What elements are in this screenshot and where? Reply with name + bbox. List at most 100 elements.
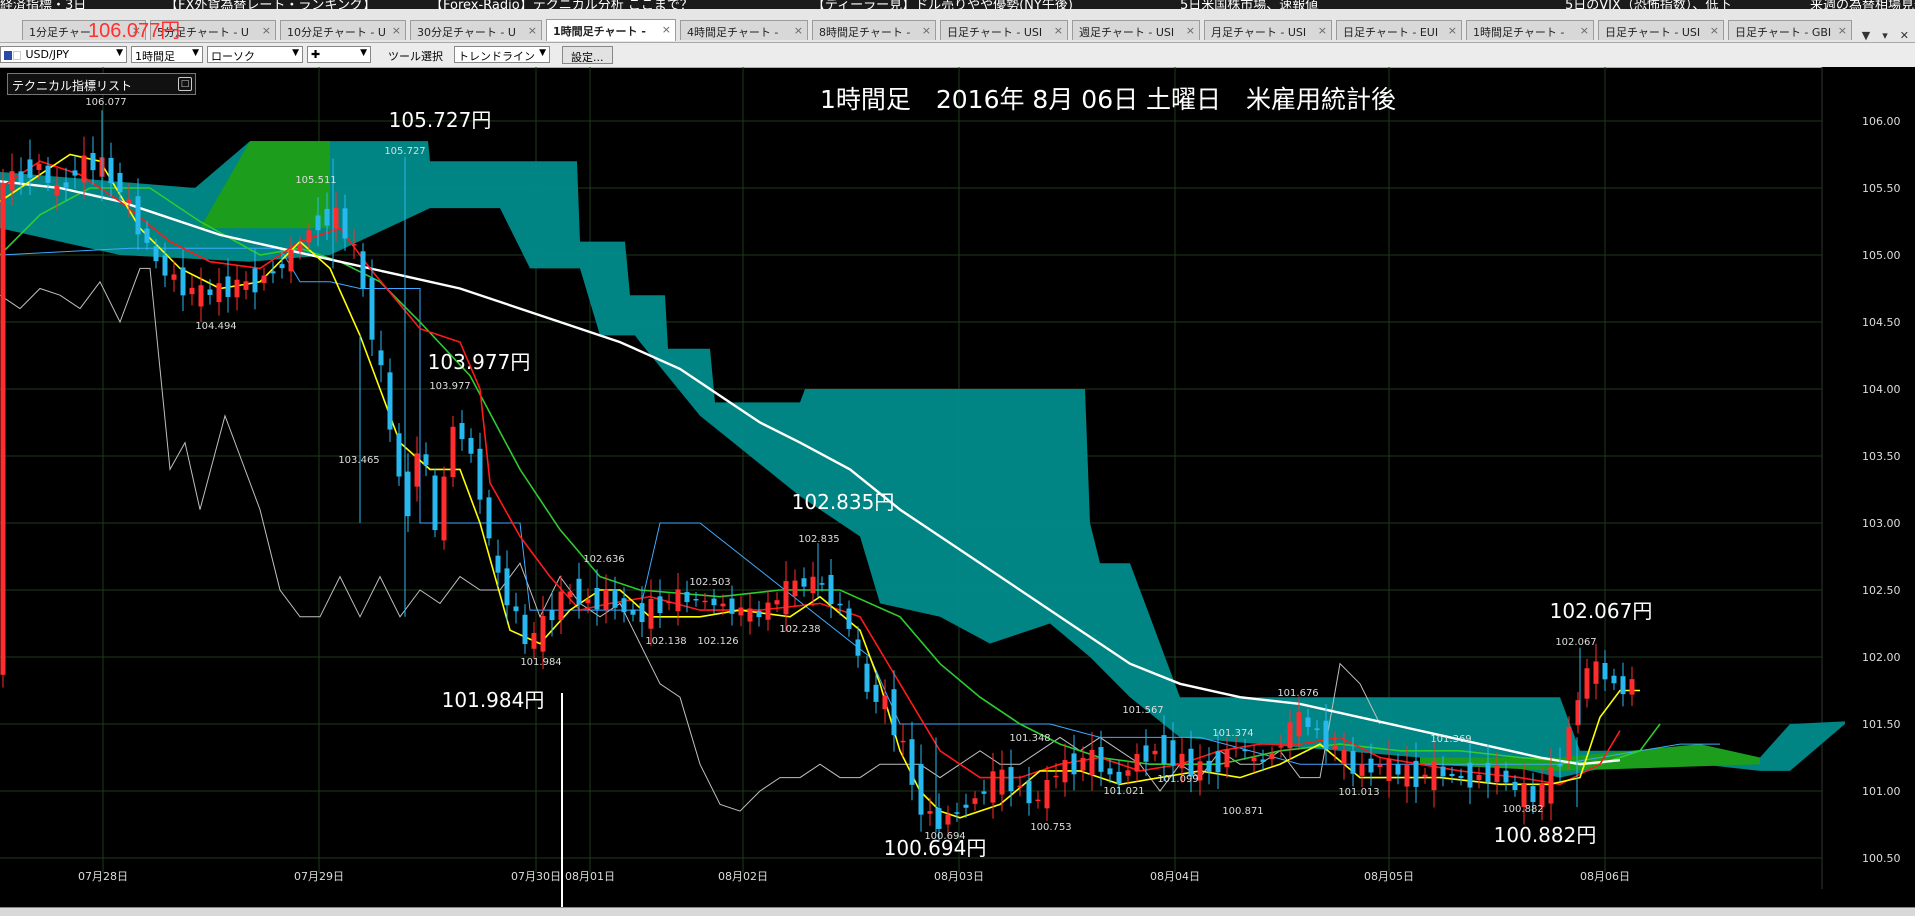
candle-body (351, 244, 357, 246)
tab-label: 10分足チャート - U (287, 26, 386, 39)
tab-chart-3[interactable]: 10分足チャート - U × (280, 20, 406, 40)
candle-body (1305, 717, 1311, 728)
tab-dropdown-icon[interactable]: ▼ (1862, 29, 1870, 42)
candle-body (648, 598, 654, 629)
candle-body (450, 426, 456, 478)
candle-body (432, 475, 438, 531)
tab-chart-4[interactable]: 30分足チャート - U × (410, 20, 542, 40)
candle-body (684, 591, 690, 603)
tab-nav: ▼ ▾ ✕ (1856, 29, 1915, 42)
candle-body (270, 271, 276, 274)
ticker-item[interactable]: 5日米国株市場、速報値 (1180, 0, 1318, 9)
candle-body (315, 215, 321, 231)
candle-body (1431, 760, 1437, 791)
candle-body (720, 603, 726, 607)
timeframe-select[interactable]: 1時間足 ▼ (131, 46, 203, 63)
trendline-select[interactable]: トレンドライン ▼ (454, 46, 550, 63)
indicator-list-panel[interactable]: テクニカル指標リスト □ (7, 73, 196, 95)
tab-chart-13[interactable]: 日足チャート - USI × (1598, 20, 1724, 40)
close-tab-icon[interactable]: × (262, 24, 271, 37)
price-annotation: 101.984円 (442, 688, 545, 712)
minimize-icon[interactable]: □ (178, 77, 192, 91)
chevron-down-icon: ▼ (116, 48, 123, 58)
draw-tool-select[interactable]: ✚ ▼ (307, 46, 371, 63)
tab-menu-icon[interactable]: ▾ (1882, 29, 1888, 42)
candle-body (585, 599, 591, 604)
close-tab-icon[interactable]: × (1186, 24, 1195, 37)
candle-body (90, 153, 96, 171)
ticker-item[interactable]: 経済指標・3日 (0, 0, 86, 9)
close-tab-icon[interactable]: × (1838, 24, 1847, 37)
chart-toolbar: USD/JPY ▼ 1時間足 ▼ ローソク ▼ ✚ ▼ ツール選択 トレンドライン ▼ 設… (0, 43, 1915, 68)
candle-body (540, 615, 546, 652)
candle-body (234, 279, 240, 298)
close-tab-icon[interactable]: × (1580, 24, 1589, 37)
currency-pair-select[interactable]: USD/JPY ▼ (0, 46, 127, 63)
tab-chart-11[interactable]: 日足チャート - EUI × (1336, 20, 1462, 40)
candle-body (612, 589, 618, 608)
timeframe-label: 1時間足 (135, 50, 175, 63)
x-tick-label: 08月01日 (565, 870, 615, 883)
ticker-item[interactable]: 【FX外貨為替レート・ランキング】 (165, 0, 376, 9)
candle-body (846, 608, 852, 629)
price-annotation: 105.727円 (389, 108, 492, 132)
candle-body (558, 591, 564, 620)
close-tab-icon[interactable]: × (392, 24, 401, 37)
candle-body (882, 695, 888, 710)
chart-type-select[interactable]: ローソク ▼ (207, 46, 303, 63)
ticker-item[interactable]: 【Forex-Radio】テクニカル分析 ここまで？ (430, 0, 693, 9)
candle-body (1566, 727, 1572, 761)
ticker-item[interactable]: 5日のVIX（恐怖指数）、低下 (1565, 0, 1731, 9)
candle-body (657, 596, 663, 614)
close-tab-icon[interactable]: × (1318, 24, 1327, 37)
candle-body (1494, 766, 1500, 783)
candle-body (1287, 722, 1293, 749)
candle-body (837, 603, 843, 606)
candle-body (360, 251, 366, 289)
ticker-item[interactable]: 【ディーラー見】ドル売りやや優勢(NY午後) (812, 0, 1073, 9)
price-point-label: 100.871 (1222, 806, 1263, 817)
candle-body (45, 165, 51, 183)
tab-chart-7[interactable]: 8時間足チャート - × (812, 20, 936, 40)
close-tab-icon[interactable]: × (528, 24, 537, 37)
close-tab-icon[interactable]: ✕ (1900, 29, 1909, 42)
close-tab-icon[interactable]: × (662, 23, 671, 36)
close-tab-icon[interactable]: × (1054, 24, 1063, 37)
tab-chart-5[interactable]: 1時間足チャート - × (546, 19, 676, 41)
candle-body (702, 600, 708, 603)
settings-button[interactable]: 設定... (562, 46, 613, 64)
y-tick-label: 105.00 (1862, 249, 1901, 262)
candle-body (306, 230, 312, 243)
candle-body (945, 814, 951, 825)
close-tab-icon[interactable]: × (1710, 24, 1719, 37)
price-chart[interactable]: 106.00 105.50 105.00 104.50 104.00 103.50 103.… (0, 67, 1915, 907)
tab-chart-14[interactable]: 日足チャート - GBI × (1728, 20, 1852, 40)
candle-body (1134, 754, 1140, 772)
tab-chart-10[interactable]: 月足チャート - USI × (1204, 20, 1332, 40)
candle-body (963, 804, 969, 808)
candle-body (1278, 746, 1284, 748)
news-ticker: 経済指標・3日 【FX外貨為替レート・ランキング】 【Forex-Radio】テクニ… (0, 0, 1915, 9)
tab-chart-6[interactable]: 4時間足チャート - × (680, 20, 808, 40)
candle-body (1206, 760, 1212, 773)
tab-chart-12[interactable]: 1時間足チャート - × (1466, 20, 1594, 40)
tab-chart-8[interactable]: 日足チャート - USI × (940, 20, 1068, 40)
candle-body (522, 614, 528, 645)
candle-body (405, 471, 411, 517)
candle-body (0, 182, 6, 675)
price-point-label: 105.511 (295, 175, 336, 186)
close-tab-icon[interactable]: × (922, 24, 931, 37)
tab-overlay-price: 106.077円 (88, 20, 181, 42)
tab-chart-9[interactable]: 週足チャート - USI × (1072, 20, 1200, 40)
x-tick-label: 07月28日 (78, 870, 128, 883)
close-tab-icon[interactable]: × (1448, 24, 1457, 37)
ticker-item[interactable]: 来週の為替相場見通し (1810, 0, 1915, 9)
candle-body (630, 609, 636, 615)
price-point-label: 100.753 (1030, 822, 1071, 833)
candle-body (396, 433, 402, 477)
candle-body (477, 448, 483, 500)
candle-body (801, 578, 807, 587)
price-point-label: 104.494 (195, 321, 236, 332)
candle-body (1062, 760, 1068, 783)
close-tab-icon[interactable]: × (794, 24, 803, 37)
